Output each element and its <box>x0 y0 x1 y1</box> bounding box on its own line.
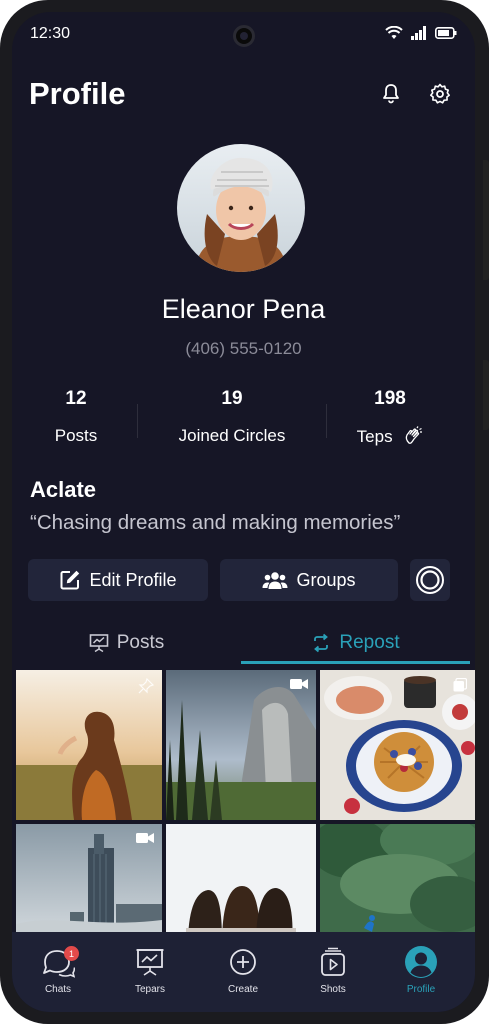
nav-label: Shots <box>320 984 346 995</box>
stat-divider <box>137 404 138 438</box>
stat-label-text: Teps <box>356 427 393 446</box>
clap-icon <box>406 426 423 444</box>
repost-icon <box>314 633 329 653</box>
nav-label: Create <box>227 984 258 995</box>
video-icon <box>136 833 154 843</box>
stat-label: Teps <box>315 426 465 447</box>
front-camera <box>233 25 255 47</box>
groups-button[interactable]: Groups <box>220 559 398 601</box>
nav-create[interactable]: Create <box>197 942 289 995</box>
groups-label: Groups <box>296 569 356 590</box>
edit-profile-label: Edit Profile <box>89 569 177 590</box>
stat-teps[interactable]: 198 Teps <box>315 388 465 447</box>
stat-label: Posts <box>54 426 98 445</box>
circle-button[interactable] <box>410 559 450 601</box>
stat-joined-circles[interactable]: 19 Joined Circles <box>157 388 307 446</box>
nav-label: Profile <box>406 984 436 995</box>
stat-value: 12 <box>65 388 87 409</box>
profile-icon <box>405 946 437 978</box>
active-tab-indicator <box>241 661 470 664</box>
page-title: Profile <box>29 76 126 111</box>
bottom-nav: 1 Chats Tepars Create Shots Profile <box>12 932 475 1012</box>
tab-posts-label: Posts <box>116 632 165 653</box>
bio-text: “Chasing dreams and making memories” <box>30 511 401 534</box>
tab-repost[interactable]: Repost <box>241 624 470 662</box>
gear-icon[interactable] <box>428 82 452 106</box>
stat-label: Joined Circles <box>178 426 286 445</box>
bell-icon[interactable] <box>379 82 403 106</box>
presentation-icon <box>136 949 164 976</box>
presentation-icon <box>89 634 109 653</box>
wifi-icon <box>385 26 403 39</box>
nav-shots[interactable]: Shots <box>287 942 379 995</box>
shots-icon <box>321 947 345 976</box>
notification-badge: 1 <box>64 946 79 961</box>
nav-tepars[interactable]: Tepars <box>104 942 196 995</box>
avatar[interactable] <box>177 144 305 272</box>
nav-label: Chats <box>44 984 72 995</box>
stat-value: 19 <box>221 388 243 409</box>
nav-profile[interactable]: Profile <box>375 942 467 995</box>
edit-icon <box>60 570 80 590</box>
stat-value: 198 <box>374 388 406 409</box>
screen: 12:30 Profile Eleanor Pena (406) 555-012… <box>12 12 475 1012</box>
video-icon <box>290 679 308 689</box>
group-icon <box>262 572 288 589</box>
nav-label: Tepars <box>134 984 165 995</box>
profile-name: Eleanor Pena <box>161 294 326 324</box>
nav-chats[interactable]: 1 Chats <box>12 942 104 995</box>
edit-profile-button[interactable]: Edit Profile <box>28 559 208 601</box>
grid-item[interactable] <box>320 670 475 820</box>
grid-item[interactable] <box>16 670 162 820</box>
circle-icon <box>416 566 444 594</box>
pin-icon <box>138 678 154 694</box>
bio-title: Aclate <box>30 477 97 502</box>
phone-frame: 12:30 Profile Eleanor Pena (406) 555-012… <box>0 0 489 1024</box>
profile-phone: (406) 555-0120 <box>185 339 302 358</box>
status-bar: 12:30 <box>12 12 475 56</box>
status-icons <box>385 26 457 40</box>
status-time: 12:30 <box>30 25 71 42</box>
tab-posts[interactable]: Posts <box>12 624 241 662</box>
power-button <box>483 360 489 430</box>
plus-circle-icon <box>230 949 256 975</box>
tab-repost-label: Repost <box>339 632 400 653</box>
grid-item[interactable] <box>166 670 316 820</box>
stat-posts[interactable]: 12 Posts <box>12 388 151 446</box>
volume-button <box>483 160 489 280</box>
multi-photo-icon <box>453 678 467 692</box>
signal-icon <box>411 26 426 40</box>
battery-icon <box>435 27 457 39</box>
